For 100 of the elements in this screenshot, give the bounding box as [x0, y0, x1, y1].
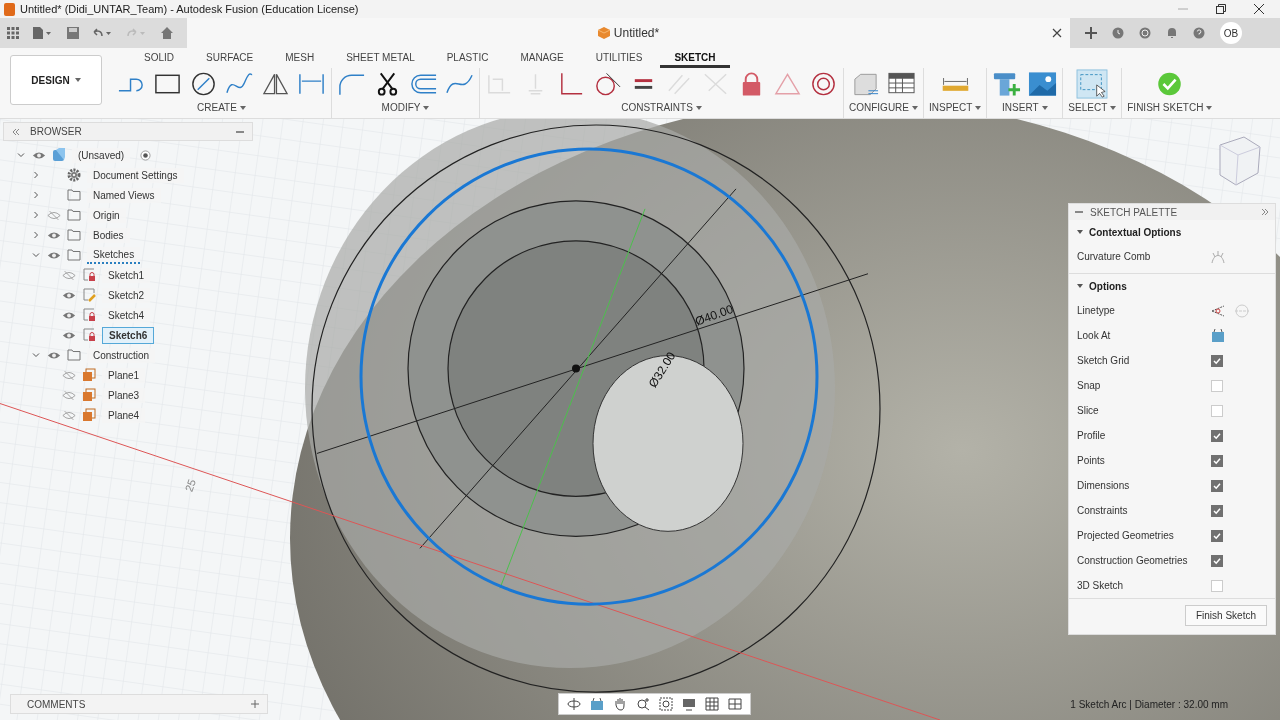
file-menu-icon[interactable]: [33, 27, 53, 39]
plus-icon[interactable]: [251, 700, 259, 708]
crossed-eye-icon[interactable]: [62, 390, 76, 400]
eye-icon[interactable]: [47, 250, 61, 260]
finish-sketch-button[interactable]: Finish Sketch: [1184, 605, 1267, 626]
chevron-right-icon[interactable]: [32, 171, 40, 179]
ribbon-tab[interactable]: SURFACE: [192, 48, 268, 68]
eye-icon[interactable]: [62, 290, 76, 300]
checkbox[interactable]: [1211, 429, 1223, 442]
checkbox[interactable]: [1211, 479, 1223, 492]
bell-icon[interactable]: [1166, 27, 1178, 39]
zoom-icon[interactable]: [636, 697, 650, 711]
plus-icon[interactable]: [1085, 27, 1097, 39]
tool-group-menu[interactable]: MODIFY: [381, 100, 430, 113]
orbit-icon[interactable]: [567, 697, 581, 711]
minimize-icon[interactable]: [236, 130, 244, 133]
chevron-right-icon[interactable]: [32, 211, 40, 219]
section-title[interactable]: Options: [1089, 280, 1127, 292]
ribbon-tab[interactable]: PLASTIC: [432, 48, 503, 68]
dimension-icon[interactable]: [297, 71, 326, 97]
checkbox[interactable]: [1211, 454, 1223, 467]
ribbon-tab[interactable]: MESH: [271, 48, 329, 68]
tool-group-menu[interactable]: CONSTRAINTS: [621, 100, 702, 113]
viewports-icon[interactable]: [728, 697, 742, 711]
zoom-window-icon[interactable]: [659, 697, 673, 711]
expand-icon[interactable]: [1261, 209, 1269, 215]
eye-icon[interactable]: [47, 230, 61, 240]
restore-icon[interactable]: [1216, 4, 1226, 14]
refresh-icon[interactable]: [1139, 27, 1151, 39]
document-title: Untitled*: [613, 26, 660, 40]
eye-icon[interactable]: [62, 310, 76, 320]
ribbon-tab[interactable]: SOLID: [130, 48, 188, 68]
ribbon-tab[interactable]: SHEET METAL: [332, 48, 429, 68]
close-icon[interactable]: [1254, 4, 1264, 14]
status-text: 1 Sketch Arc | Diameter : 32.00 mm: [1070, 698, 1228, 710]
chevron-down-icon[interactable]: [32, 251, 40, 259]
concentric-circles-icon[interactable]: [809, 71, 838, 97]
workspace-dropdown[interactable]: DESIGN: [10, 55, 102, 105]
ribbon-tab[interactable]: MANAGE: [506, 48, 578, 68]
home-icon[interactable]: [161, 27, 173, 39]
circle-icon[interactable]: [189, 71, 218, 97]
eye-icon[interactable]: [47, 350, 61, 360]
chevron-right-icon[interactable]: [32, 191, 40, 199]
image-icon[interactable]: [1028, 71, 1058, 97]
caret-icon: [975, 105, 982, 110]
selection-box-icon[interactable]: [1076, 69, 1109, 99]
eye-icon[interactable]: [32, 150, 46, 160]
eye-icon[interactable]: [62, 330, 76, 340]
ribbon-tab[interactable]: SKETCH: [660, 48, 730, 68]
tool-group-menu[interactable]: CREATE: [197, 100, 246, 113]
checkbox[interactable]: [1211, 354, 1223, 367]
option-label: Curvature Comb: [1077, 251, 1152, 262]
section-title[interactable]: Contextual Options: [1089, 226, 1182, 238]
center-point[interactable]: [572, 364, 580, 373]
help-icon[interactable]: [1193, 27, 1205, 39]
bolt-icon[interactable]: [992, 71, 1022, 97]
collapse-icon[interactable]: [12, 128, 20, 135]
tool-group-menu[interactable]: INSPECT: [929, 100, 982, 113]
checkbox[interactable]: [1211, 554, 1223, 567]
chevron-down-icon[interactable]: [17, 151, 25, 159]
checkbox[interactable]: [1211, 504, 1223, 517]
crossed-eye-icon[interactable]: [62, 370, 76, 380]
tool-group-menu[interactable]: FINISH SKETCH: [1127, 100, 1213, 113]
tool-group-menu[interactable]: CONFIGURE: [849, 100, 918, 113]
display-icon[interactable]: [682, 697, 696, 711]
grid-menu-icon[interactable]: [7, 27, 19, 39]
plane-icon: [82, 368, 96, 382]
close-icon[interactable]: [1052, 28, 1062, 38]
folder-icon: [67, 228, 81, 242]
construction-line-icon[interactable]: [1211, 303, 1225, 318]
document-tab[interactable]: Untitled*: [187, 18, 1070, 48]
hand-icon[interactable]: [613, 697, 627, 711]
option-label: 3D Sketch: [1077, 580, 1125, 591]
triangle-down-icon[interactable]: [1077, 229, 1083, 235]
crossed-eye-icon[interactable]: [62, 410, 76, 420]
chevron-right-icon[interactable]: [32, 231, 40, 239]
tangent-icon[interactable]: [593, 71, 622, 97]
sketch-circle[interactable]: [359, 147, 819, 606]
look-at-icon[interactable]: [1211, 328, 1225, 343]
look-at-icon[interactable]: [590, 697, 604, 711]
checkbox[interactable]: [1211, 529, 1223, 542]
undo-icon[interactable]: [93, 27, 113, 39]
clock-icon[interactable]: [1112, 27, 1124, 39]
triangle-down-icon[interactable]: [1077, 283, 1083, 289]
ribbon-tab[interactable]: UTILITIES: [581, 48, 657, 68]
crossed-eye-icon[interactable]: [47, 210, 61, 220]
option-label: Slice: [1077, 405, 1100, 416]
radio-icon[interactable]: [140, 149, 152, 161]
caret-icon: [1110, 105, 1117, 110]
grid-icon[interactable]: [705, 697, 719, 711]
tool-group-menu[interactable]: INSERT: [1002, 100, 1048, 113]
tool-group-menu[interactable]: SELECT: [1068, 100, 1117, 113]
folder-icon: [67, 208, 81, 222]
avatar[interactable]: OB: [1220, 22, 1242, 44]
chevron-down-icon[interactable]: [32, 351, 40, 359]
triangle-icon[interactable]: [261, 71, 290, 97]
cube-icon[interactable]: [851, 71, 880, 97]
crossed-eye-icon[interactable]: [62, 270, 76, 280]
save-icon[interactable]: [67, 27, 79, 39]
option-label: Projected Geometries: [1077, 530, 1175, 541]
